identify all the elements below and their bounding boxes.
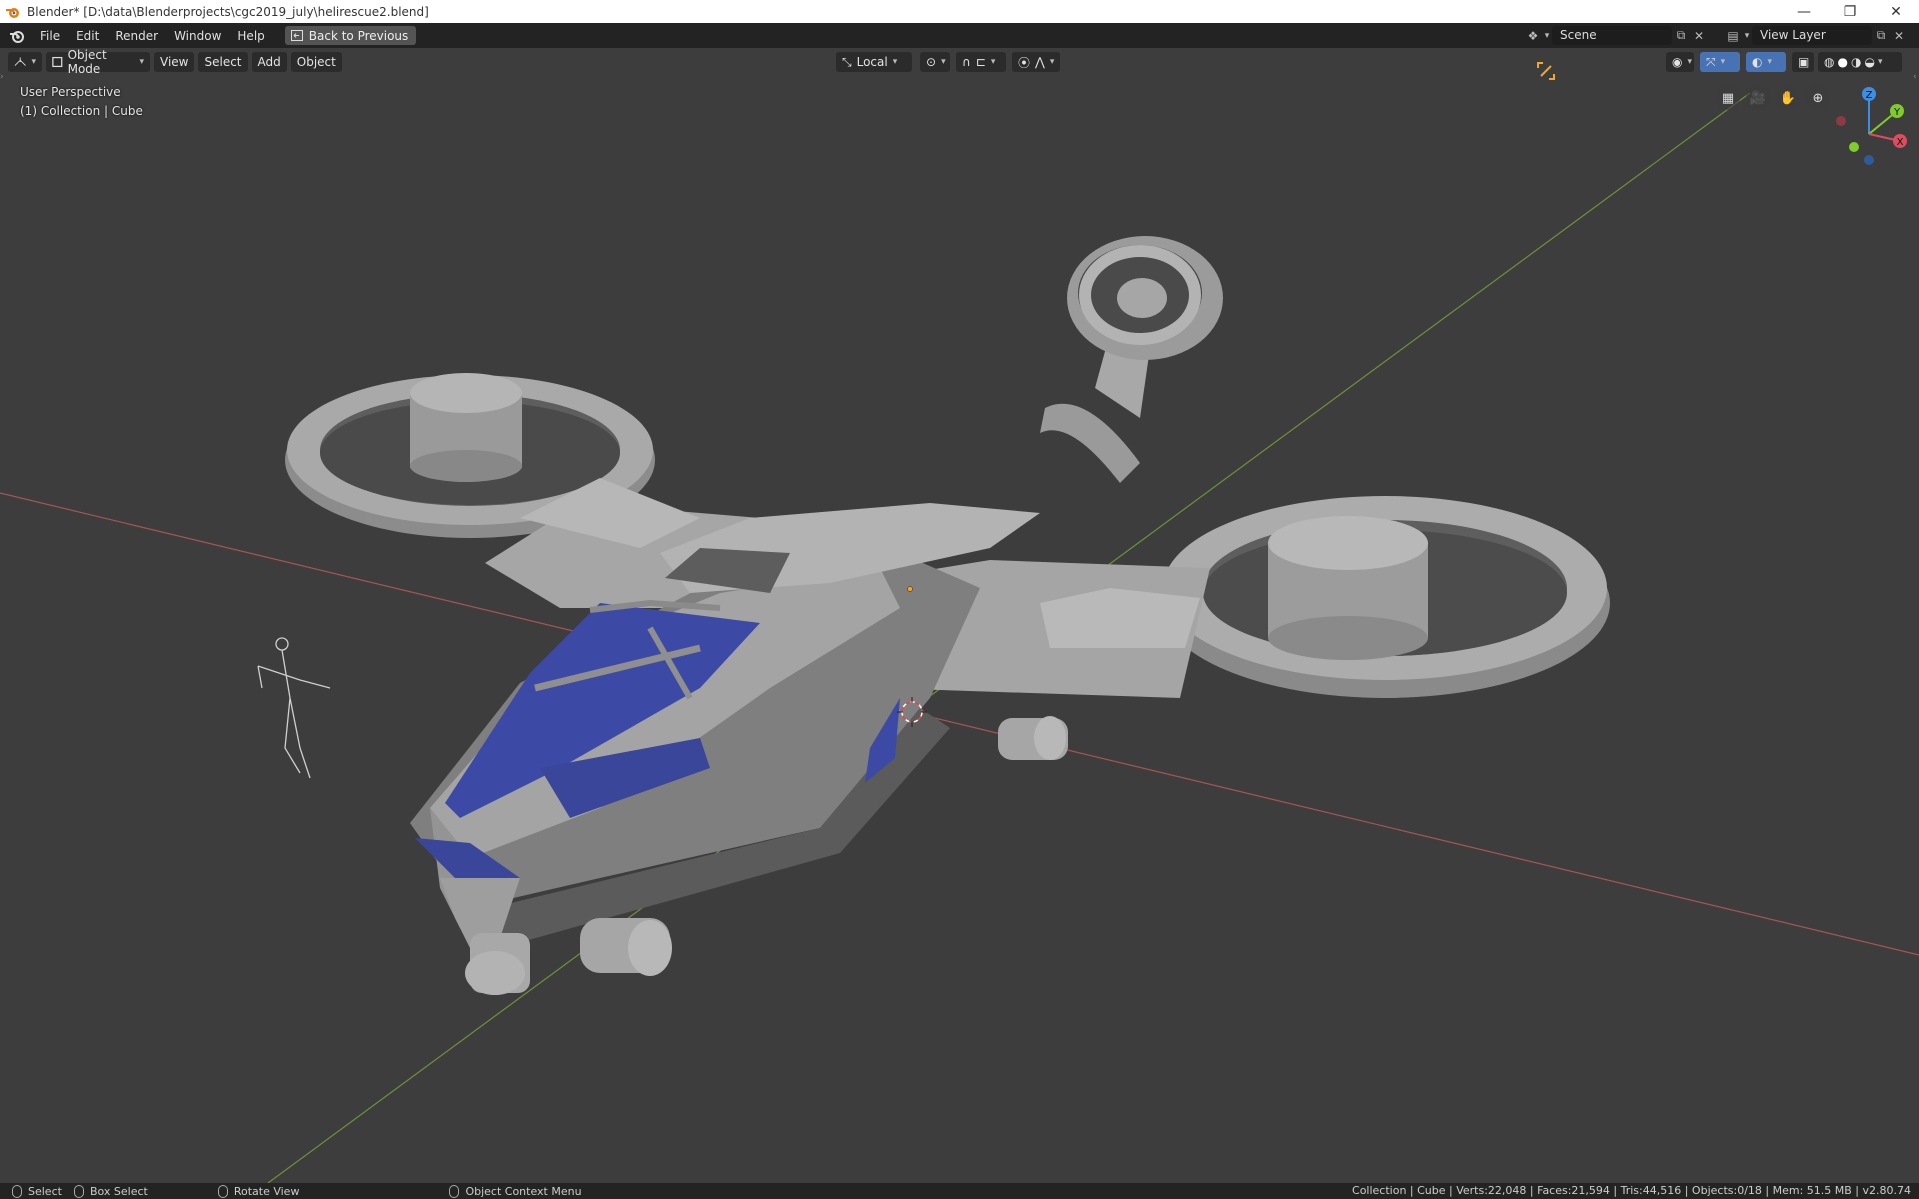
rendered-shading-icon[interactable]: ◒ [1864, 55, 1874, 69]
gizmo-z-label: Z [1866, 90, 1873, 101]
xray-icon: ▣ [1798, 55, 1810, 69]
status-rotate: Rotate View [217, 1184, 300, 1198]
window-title: Blender* [D:\data\Blenderprojects\cgc201… [27, 4, 429, 19]
3d-viewport[interactable]: ▾ Object Mode ▾ View Select Add Object ⤡ … [0, 48, 1919, 1183]
visibility-dropdown[interactable]: ◉ ▾ [1666, 52, 1694, 72]
viewport-menu-view[interactable]: View [154, 52, 195, 72]
right-mouse-icon [449, 1184, 460, 1198]
menu-help[interactable]: Help [229, 25, 272, 47]
chevron-down-icon: ▾ [1544, 30, 1550, 41]
menu-render[interactable]: Render [107, 25, 166, 47]
status-box-select-label: Box Select [89, 1184, 148, 1198]
view-layer-icon[interactable]: ▤ [1724, 26, 1742, 45]
left-drag-mouse-icon [73, 1184, 84, 1198]
left-mouse-icon [12, 1184, 22, 1198]
tail-rotor [1040, 236, 1223, 483]
blender-app: Blender* [D:\data\Blenderprojects\cgc201… [0, 0, 1919, 1199]
new-scene-icon[interactable]: ⧉ [1672, 26, 1690, 45]
blender-app-icon [6, 7, 19, 18]
pivot-icon: ⊙ [926, 55, 937, 69]
transform-orientation-dropdown[interactable]: ⤡ Local ▾ [836, 52, 912, 72]
orientation-icon: ⤡ [842, 54, 852, 69]
overlays-toggle[interactable]: ◐ ▾ [1746, 52, 1786, 72]
viewport-menu-add[interactable]: Add [251, 52, 287, 72]
viewport-header: ▾ Object Mode ▾ View Select Add Object ⤡ … [0, 48, 1919, 76]
status-bar: Select Box Select Rotate View Object Con… [0, 1183, 1919, 1199]
blender-logo-icon[interactable] [8, 27, 26, 45]
gizmo-toggle[interactable]: ⤧ ▾ [1700, 52, 1740, 72]
top-menu-bar: File Edit Render Window Help Back to Pre… [0, 23, 1919, 48]
overlays-icon: ◐ [1752, 55, 1763, 69]
restore-button[interactable]: ❐ [1827, 0, 1873, 23]
middle-mouse-icon [217, 1184, 228, 1198]
menu-edit[interactable]: Edit [68, 25, 107, 47]
scene-icon[interactable]: ❖ [1524, 26, 1542, 45]
toolbar-expand-icon[interactable]: › [0, 72, 6, 86]
screen-back-icon [290, 30, 303, 41]
eye-icon: ◉ [1672, 55, 1683, 69]
object-mode-icon [52, 56, 63, 68]
mode-label: Object Mode [67, 48, 107, 76]
status-select-label: Select [28, 1184, 62, 1198]
wireframe-shading-icon[interactable]: ◍ [1824, 55, 1834, 69]
viewport-scene [0, 92, 1919, 1183]
xray-toggle[interactable]: ▣ [1792, 52, 1814, 72]
gizmo-x-label: X [1897, 137, 1904, 148]
view-layer-selector: ▤ ▾ View Layer ⧉ ✕ [1724, 25, 1908, 46]
transform-orientation-label: Local [856, 55, 888, 69]
delete-view-layer-icon[interactable]: ✕ [1890, 26, 1908, 45]
scene-name-field[interactable]: Scene [1552, 26, 1672, 45]
solid-shading-icon[interactable]: ● [1837, 55, 1847, 69]
viewport-menu-object[interactable]: Object [290, 52, 342, 72]
status-context-menu-label: Object Context Menu [465, 1184, 582, 1198]
object-origin [907, 586, 913, 592]
active-object-label: (1) Collection | Cube [20, 104, 143, 118]
material-shading-icon[interactable]: ◑ [1851, 55, 1861, 69]
zoom-view-icon[interactable]: ⊕ [1806, 86, 1830, 110]
gizmo-icon: ⤧ [1706, 54, 1716, 69]
mode-dropdown[interactable]: Object Mode ▾ [46, 48, 150, 76]
gizmo-y-label: Y [1893, 107, 1901, 118]
editor-type-icon [14, 57, 26, 66]
proportional-edit-toggle[interactable]: ⦿ ⋀ ▾ [1012, 52, 1060, 72]
window-titlebar: Blender* [D:\data\Blenderprojects\cgc201… [0, 0, 1919, 23]
chevron-down-icon: ▾ [1744, 30, 1750, 41]
viewport-menu-select[interactable]: Select [198, 52, 248, 72]
status-rotate-label: Rotate View [233, 1184, 300, 1198]
proportional-edit-icon: ⦿ [1018, 55, 1031, 70]
view-layer-name-field[interactable]: View Layer [1752, 26, 1872, 45]
status-box-select: Box Select [73, 1184, 148, 1198]
status-context-menu: Object Context Menu [449, 1184, 582, 1198]
navigation-gizmo[interactable]: Z Y X [1832, 84, 1914, 166]
menu-file[interactable]: File [32, 25, 68, 47]
back-to-previous-label: Back to Previous [308, 28, 409, 43]
back-to-previous-button[interactable]: Back to Previous [284, 26, 417, 45]
new-view-layer-icon[interactable]: ⧉ [1872, 26, 1890, 45]
pivot-point-dropdown[interactable]: ⊙ ▾ [920, 52, 950, 72]
snap-toggle[interactable]: ∩ ⊏ ▾ [956, 52, 1006, 72]
minimize-button[interactable]: — [1781, 0, 1827, 23]
camera-view-icon[interactable]: 🎥 [1746, 86, 1770, 110]
shading-mode-group: ◍ ● ◑ ◒ ▾ [1818, 52, 1902, 72]
delete-scene-icon[interactable]: ✕ [1690, 26, 1708, 45]
scene-statistics: Collection | Cube | Verts:22,048 | Faces… [1352, 1184, 1911, 1197]
sidebar-expand-icon[interactable]: ‹ [1913, 72, 1919, 86]
toggle-perspective-icon[interactable]: ▦ [1716, 86, 1740, 110]
view-lock-icon[interactable] [1536, 61, 1556, 81]
human-reference-rig [257, 637, 331, 779]
right-rotor [1160, 496, 1610, 698]
status-select: Select [12, 1184, 62, 1198]
view-perspective-label: User Perspective [20, 85, 121, 99]
pan-view-icon[interactable]: ✋ [1776, 86, 1800, 110]
menu-window[interactable]: Window [166, 25, 229, 47]
snap-target-icon: ⊏ [975, 55, 986, 69]
close-button[interactable]: ✕ [1873, 0, 1919, 23]
scene-selector: ❖ ▾ Scene ⧉ ✕ [1524, 25, 1708, 46]
editor-type-button[interactable]: ▾ [8, 52, 42, 72]
magnet-icon: ∩ [962, 55, 971, 69]
falloff-icon: ⋀ [1035, 55, 1045, 69]
